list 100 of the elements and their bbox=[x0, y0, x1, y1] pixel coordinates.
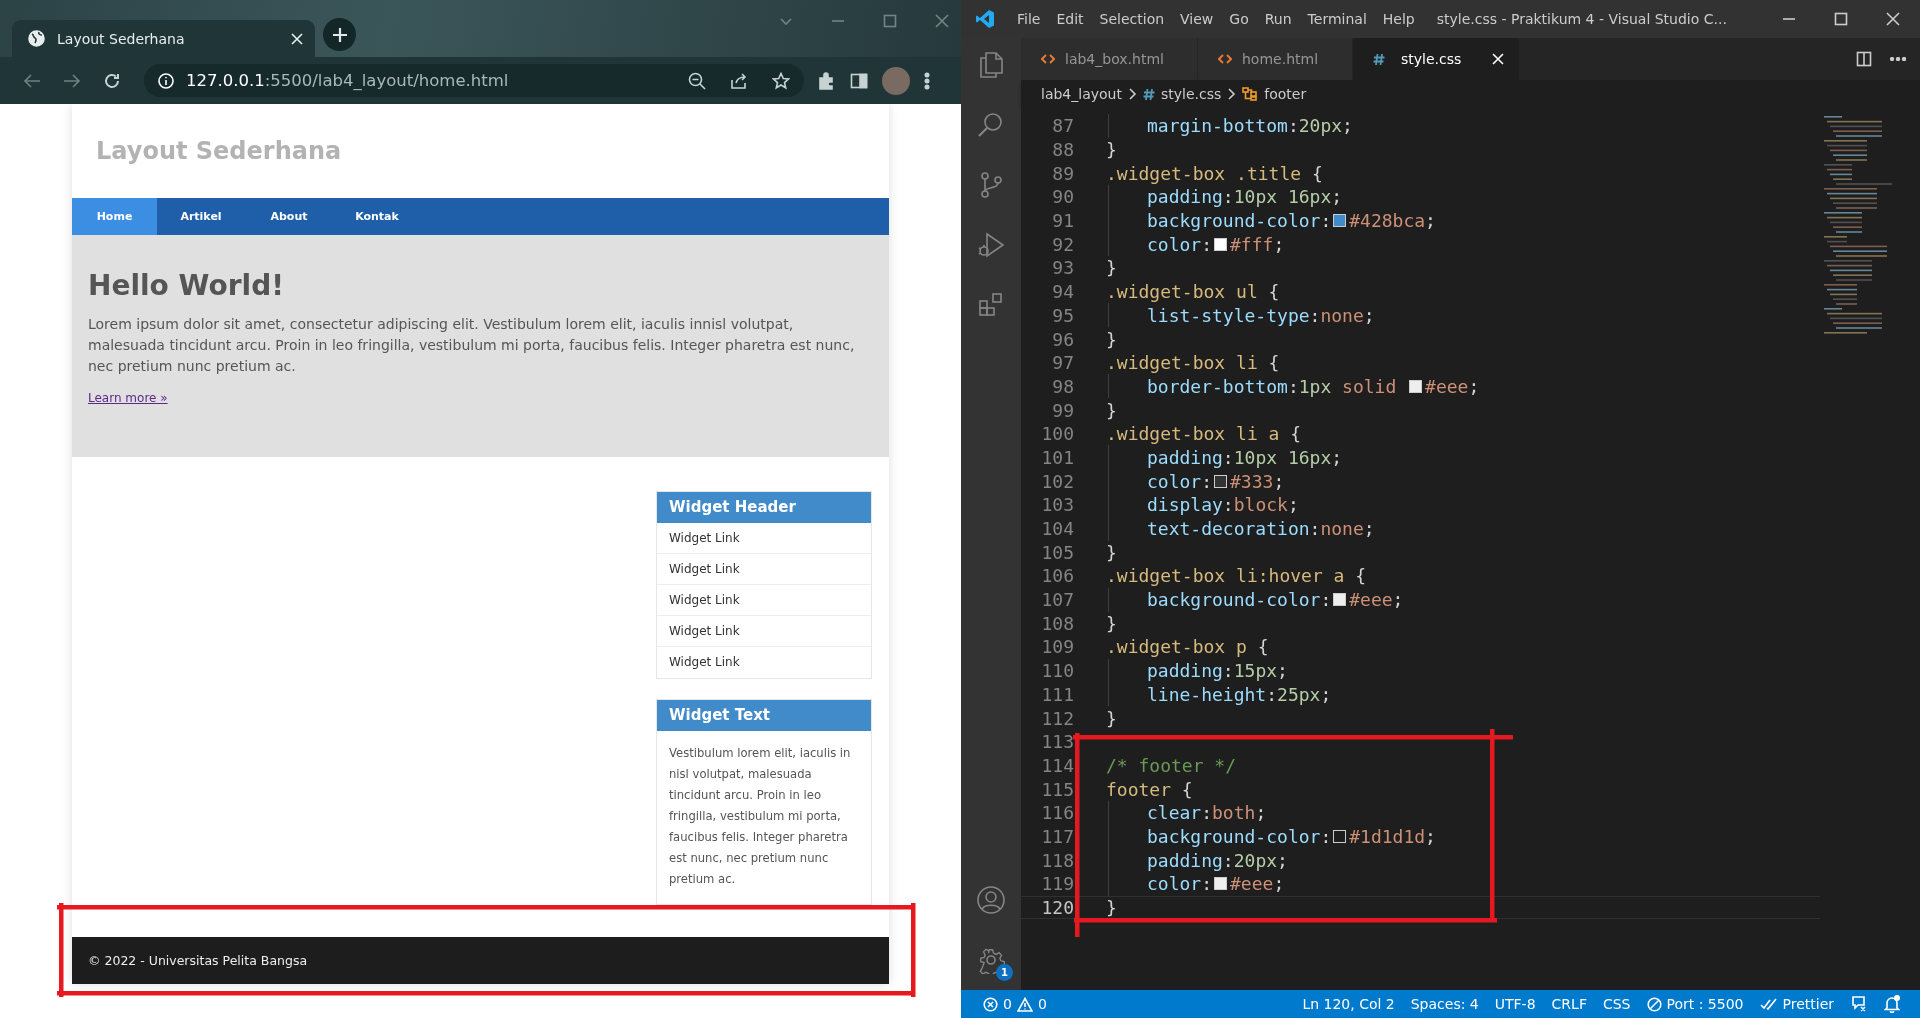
code-text: padding:20px; bbox=[1147, 849, 1288, 871]
share-icon[interactable] bbox=[730, 71, 748, 90]
editor-tab[interactable]: lab4_box.html bbox=[1021, 38, 1198, 80]
sidebar-icon[interactable] bbox=[850, 71, 868, 90]
color-swatch[interactable] bbox=[1333, 214, 1347, 228]
widget-link[interactable]: Widget Link bbox=[657, 585, 871, 616]
more-icon[interactable] bbox=[1890, 57, 1906, 61]
widget-link[interactable]: Widget Link bbox=[657, 647, 871, 678]
extensions-icon[interactable] bbox=[977, 291, 1005, 319]
line-number: 110 bbox=[1040, 660, 1074, 682]
code-text: } bbox=[1106, 257, 1117, 279]
star-icon[interactable] bbox=[772, 71, 790, 90]
color-swatch[interactable] bbox=[1333, 593, 1347, 607]
more-icon[interactable] bbox=[924, 71, 930, 90]
new-tab-button[interactable] bbox=[323, 18, 356, 51]
bell-icon[interactable] bbox=[1884, 995, 1900, 1013]
nav-link[interactable]: Artikel bbox=[157, 198, 245, 235]
line-number: 99 bbox=[1051, 399, 1074, 421]
color-swatch[interactable] bbox=[1214, 474, 1228, 488]
editor-tab[interactable]: style.css bbox=[1353, 38, 1521, 80]
menu-item[interactable]: Help bbox=[1374, 11, 1423, 27]
status-item[interactable]: Ln 120, Col 2 bbox=[1294, 996, 1403, 1012]
line-number: 107 bbox=[1040, 589, 1074, 611]
close-icon[interactable] bbox=[1886, 12, 1900, 26]
menu-item[interactable]: Selection bbox=[1091, 11, 1173, 27]
search-icon[interactable] bbox=[977, 111, 1005, 139]
status-item[interactable]: Port : 5500 bbox=[1638, 996, 1752, 1012]
line-number: 115 bbox=[1040, 778, 1074, 800]
reload-icon[interactable] bbox=[103, 71, 121, 90]
widget-text: Vestibulum lorem elit, iaculis in nisl volutpat, malesuada tincidunt arcu. Proin in leo fringilla, vestibulum mi porta, faucibus felis. Integer pharetra est nunc, nec pretium nunc pretium ac. bbox=[668, 745, 852, 888]
menu-item[interactable]: Terminal bbox=[1299, 11, 1375, 27]
chevron-right-icon bbox=[1227, 87, 1237, 101]
widget-link[interactable]: Widget Link bbox=[657, 554, 871, 585]
info-icon[interactable] bbox=[158, 72, 174, 89]
code-text: } bbox=[1106, 707, 1117, 729]
menu-item[interactable]: Edit bbox=[1048, 11, 1092, 27]
files-icon[interactable] bbox=[977, 51, 1005, 79]
code-text: background-color: bbox=[1147, 210, 1332, 232]
account-icon[interactable] bbox=[976, 885, 1006, 915]
profile-avatar[interactable] bbox=[882, 66, 910, 95]
split-editor-icon[interactable] bbox=[1856, 51, 1872, 67]
widget-link[interactable]: Widget Link bbox=[657, 616, 871, 647]
line-number: 108 bbox=[1040, 612, 1074, 634]
widget-title: Widget Header bbox=[657, 492, 871, 523]
editor-tab[interactable]: home.html bbox=[1198, 38, 1353, 80]
status-item[interactable]: Prettier bbox=[1751, 996, 1842, 1012]
line-number: 103 bbox=[1040, 494, 1074, 516]
breadcrumb-item[interactable]: style.css bbox=[1142, 86, 1222, 102]
code-text: footer { bbox=[1106, 778, 1193, 800]
breadcrumb-item[interactable]: footer bbox=[1242, 86, 1307, 102]
code-text: list-style-type:none; bbox=[1147, 304, 1375, 326]
hero-text: Lorem ipsum dolor sit amet, consectetur adipiscing elit. Vestibulum lorem elit, iaculis innisl volutpat, malesuada tincidunt arcu. Proin in leo fringilla, vestibulum mi porta, faucibus felis. Integer pharetra est nunc, nec pretium nunc pretium ac. bbox=[88, 315, 856, 376]
line-number: 120 bbox=[1040, 897, 1074, 919]
line-number: 105 bbox=[1040, 541, 1074, 563]
notification-badge: 1 bbox=[996, 964, 1013, 981]
breadcrumb-item[interactable]: lab4_layout bbox=[1041, 86, 1122, 102]
nav-link[interactable]: Kontak bbox=[333, 198, 421, 235]
line-number: 102 bbox=[1040, 470, 1074, 492]
zoom-out-icon[interactable] bbox=[688, 71, 706, 90]
indent-guide bbox=[1108, 113, 1109, 138]
feedback-icon[interactable] bbox=[1850, 995, 1868, 1013]
run-debug-icon[interactable] bbox=[977, 231, 1005, 259]
code-text: margin-bottom:20px; bbox=[1147, 115, 1353, 137]
puzzle-icon[interactable] bbox=[818, 71, 836, 90]
problems-status[interactable]: 0 0 bbox=[975, 996, 1055, 1012]
code-text: #333; bbox=[1230, 470, 1285, 492]
back-arrow-icon[interactable] bbox=[23, 71, 41, 90]
code-text: display:block; bbox=[1147, 494, 1299, 516]
code-text: clear:both; bbox=[1147, 802, 1267, 824]
globe-icon bbox=[28, 30, 45, 47]
color-swatch[interactable] bbox=[1214, 237, 1228, 251]
forward-arrow-icon[interactable] bbox=[63, 71, 81, 90]
status-item[interactable]: UTF-8 bbox=[1486, 996, 1544, 1012]
line-number: 118 bbox=[1040, 849, 1074, 871]
indent-guide bbox=[1108, 587, 1109, 612]
code-text: } bbox=[1106, 897, 1117, 919]
color-swatch[interactable] bbox=[1409, 379, 1423, 393]
learn-more-link[interactable]: Learn more » bbox=[88, 391, 168, 405]
status-item[interactable]: CSS bbox=[1594, 996, 1639, 1012]
status-item[interactable]: Spaces: 4 bbox=[1402, 996, 1487, 1012]
line-number: 91 bbox=[1051, 210, 1074, 232]
widget-link[interactable]: Widget Link bbox=[657, 523, 871, 554]
line-number: 100 bbox=[1040, 423, 1074, 445]
color-swatch[interactable] bbox=[1333, 829, 1347, 843]
code-text: .widget-box .title { bbox=[1106, 162, 1323, 184]
code-text: .widget-box ul { bbox=[1106, 281, 1280, 303]
menu-item[interactable]: File bbox=[1009, 11, 1049, 27]
address-bar[interactable]: 127.0.0.1:5500/lab4_layout/home.html bbox=[144, 64, 804, 97]
maximize-icon[interactable] bbox=[1834, 12, 1848, 26]
menu-item[interactable]: Run bbox=[1256, 11, 1300, 27]
html-file-icon bbox=[1041, 52, 1055, 66]
menu-item[interactable]: View bbox=[1172, 11, 1222, 27]
line-number: 93 bbox=[1051, 257, 1074, 279]
color-swatch[interactable] bbox=[1214, 877, 1228, 891]
status-item[interactable]: CRLF bbox=[1543, 996, 1595, 1012]
code-text: } bbox=[1106, 399, 1117, 421]
browser-tab[interactable]: Layout Sederhana bbox=[12, 20, 315, 57]
menu-item[interactable]: Go bbox=[1221, 11, 1257, 27]
nav-link[interactable]: About bbox=[245, 198, 333, 235]
code-text: color: bbox=[1147, 470, 1213, 492]
